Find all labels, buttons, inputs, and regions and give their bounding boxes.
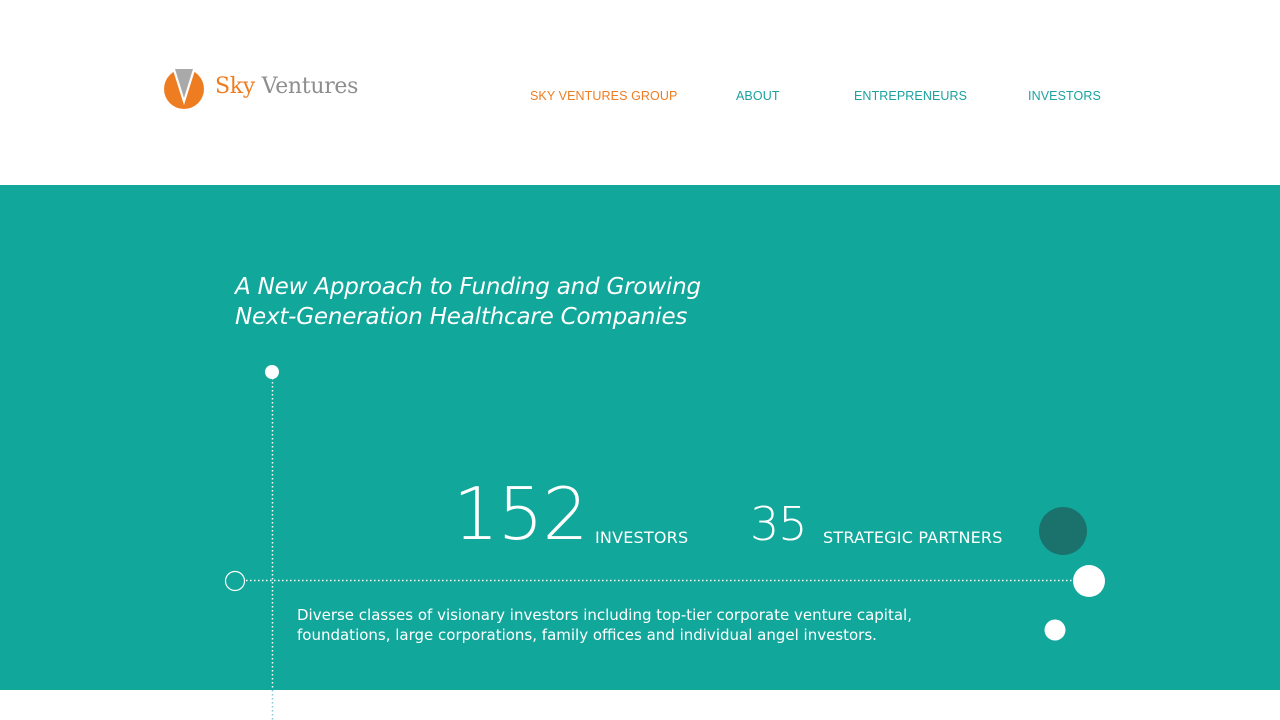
page: Sky Ventures SKY VENTURES GROUP ABOUT EN… [0,0,1280,720]
hero-description-line1: Diverse classes of visionary investors i… [297,606,912,624]
nav-item-entrepreneurs[interactable]: ENTREPRENEURS [854,89,967,103]
hero-headline: A New Approach to Funding and Growing Ne… [235,272,701,332]
nav-item-about[interactable]: ABOUT [736,89,780,103]
main-nav: SKY VENTURES GROUP ABOUT ENTREPRENEURS I… [0,89,1280,107]
stat-investors-label: INVESTORS [595,528,689,547]
nav-item-sky-ventures-group[interactable]: SKY VENTURES GROUP [530,89,677,103]
hero-description: Diverse classes of visionary investors i… [297,605,917,645]
stat-partners-count: 35 [750,497,808,551]
stat-partners-label: STRATEGIC PARTNERS [823,528,1003,547]
nav-item-investors[interactable]: INVESTORS [1028,89,1101,103]
hero-headline-line1: A New Approach to Funding and Growing [235,274,701,300]
stat-investors-count: 152 [453,472,588,556]
hero-headline-line2: Next-Generation Healthcare Companies [235,304,688,330]
site-header: Sky Ventures SKY VENTURES GROUP ABOUT EN… [0,0,1280,185]
hero-description-line2: foundations, large corporations, family … [297,626,877,644]
